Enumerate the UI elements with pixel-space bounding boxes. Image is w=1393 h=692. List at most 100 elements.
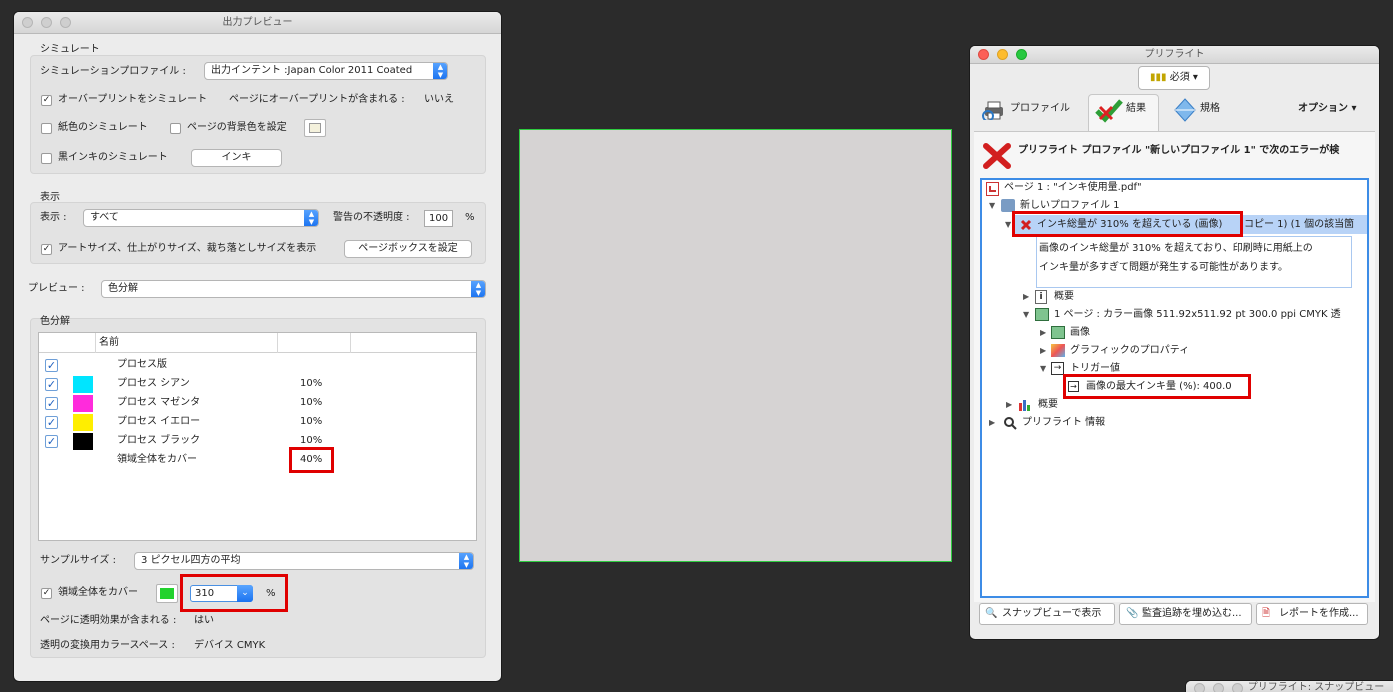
page-overprint-value: いいえ — [424, 94, 454, 105]
coverage-checkbox[interactable]: ✓ — [41, 588, 52, 599]
minimize-icon[interactable] — [41, 17, 52, 28]
tab-results[interactable]: 結果 — [1126, 101, 1146, 117]
separation-percent: 10% — [300, 397, 323, 408]
coverage-value-combo[interactable]: 310 ⌄ — [190, 585, 253, 602]
page-box-button[interactable]: ページボックスを設定 — [344, 240, 472, 258]
disclosure-open-icon[interactable]: ▼ — [989, 198, 995, 214]
simulate-heading: シミュレート — [40, 44, 100, 55]
blend-space-label: 透明の変換用カラースペース : — [40, 640, 175, 651]
separation-percent: 10% — [300, 435, 323, 446]
required-label: 必須 — [1169, 72, 1190, 83]
zoom-icon[interactable] — [1016, 49, 1027, 60]
minimize-icon[interactable] — [1213, 683, 1224, 692]
error-suffix: コピー 1) (1 個の該当箇 — [1244, 219, 1355, 230]
disclosure-closed-icon[interactable]: ▶ — [1023, 289, 1029, 305]
options-label: オプション — [1298, 103, 1348, 114]
report-icon: 🗎 — [1262, 608, 1271, 619]
bar-chart-icon: ▮▮▮ — [1150, 72, 1167, 83]
separation-percent: 10% — [300, 378, 323, 389]
warning-opacity-label: 警告の不透明度 : — [333, 212, 410, 223]
embed-audit-button[interactable]: 📎 監査追跡を埋め込む... — [1119, 603, 1252, 625]
select-arrows-icon: ▲ ▼ — [433, 63, 447, 79]
separation-checkbox[interactable]: ✓ — [45, 416, 58, 429]
separation-checkbox[interactable]: ✓ — [45, 397, 58, 410]
simulation-profile-select[interactable]: 出力インテント :Japan Color 2011 Coated ▲ ▼ — [204, 62, 448, 80]
disclosure-open-icon[interactable]: ▼ — [1040, 361, 1046, 377]
highlight-trigger-value — [1063, 374, 1251, 399]
separation-color-swatch — [73, 433, 93, 450]
preview-label: プレビュー : — [28, 283, 85, 294]
page-bg-checkbox[interactable] — [170, 123, 181, 134]
sample-size-value: 3 ピクセル四方の平均 — [141, 555, 241, 566]
simulation-profile-label: シミュレーションプロファイル : — [40, 66, 186, 77]
black-ink-checkbox[interactable] — [41, 153, 52, 164]
tab-standards[interactable]: 規格 — [1200, 101, 1220, 117]
overprint-label: オーバープリントをシミュレート — [58, 94, 208, 105]
coverage-label: 領域全体をカバー — [58, 587, 138, 598]
preflight-message: プリフライト プロファイル "新しいプロファイル 1" で次のエラーが検 — [1018, 145, 1340, 156]
sample-size-select[interactable]: 3 ピクセル四方の平均 ▲ ▼ — [134, 552, 474, 570]
paper-color-checkbox[interactable] — [41, 123, 52, 134]
page-preview-canvas[interactable] — [519, 129, 952, 562]
chevron-down-icon[interactable]: ⌄ — [237, 585, 253, 602]
separation-color-swatch — [73, 414, 93, 431]
coverage-color-swatch[interactable] — [156, 584, 178, 603]
separation-name: プロセス ブラック — [117, 435, 201, 446]
separation-row: ✓ プロセス マゼンタ 10% — [39, 394, 476, 413]
close-icon[interactable] — [978, 49, 989, 60]
separation-name: プロセス版 — [117, 359, 167, 370]
separation-row: ✓ プロセス イエロー 10% — [39, 413, 476, 432]
zoom-icon[interactable] — [1232, 683, 1243, 692]
disclosure-closed-icon[interactable]: ▶ — [989, 415, 995, 431]
show-boxes-checkbox[interactable]: ✓ — [41, 244, 52, 255]
disclosure-open-icon[interactable]: ▼ — [1005, 217, 1011, 233]
separation-checkbox[interactable]: ✓ — [45, 359, 58, 372]
diamond-icon — [1174, 98, 1196, 122]
tree-graphic-props[interactable]: グラフィックのプロパティ — [1070, 343, 1189, 359]
tree-image[interactable]: 画像 — [1070, 325, 1090, 341]
highlight-total-coverage — [289, 447, 334, 473]
snap-view-label: スナップビューで表示 — [1002, 608, 1102, 619]
tree-page-item[interactable]: ページ 1 : "インキ使用量.pdf" — [1004, 180, 1142, 196]
coverage-swatch-fill — [160, 588, 174, 599]
disclosure-closed-icon[interactable]: ▶ — [1040, 343, 1046, 359]
disclosure-closed-icon[interactable]: ▶ — [1040, 325, 1046, 341]
transparency-value: はい — [194, 615, 214, 626]
snap-view-button[interactable]: 🔍 スナップビューで表示 — [979, 603, 1115, 625]
tab-profile[interactable]: プロファイル — [1010, 101, 1070, 117]
separation-name: プロセス シアン — [117, 378, 190, 389]
tree-overview-2[interactable]: 概要 — [1038, 397, 1058, 413]
options-menu[interactable]: オプション ▾ — [1298, 101, 1357, 117]
create-report-button[interactable]: 🗎 レポートを作成... — [1256, 603, 1368, 625]
coverage-unit: % — [266, 588, 276, 599]
sample-size-label: サンプルサイズ : — [40, 555, 116, 566]
disclosure-open-icon[interactable]: ▼ — [1023, 307, 1029, 323]
ink-button[interactable]: インキ — [191, 149, 282, 167]
close-icon[interactable] — [22, 17, 33, 28]
tree-preflight-info[interactable]: プリフライト 情報 — [1022, 415, 1105, 431]
preview-select[interactable]: 色分解 ▲ ▼ — [101, 280, 486, 298]
transparency-label: ページに透明効果が含まれる : — [40, 615, 177, 626]
tree-overview-1[interactable]: 概要 — [1054, 289, 1074, 305]
window-controls — [1194, 683, 1243, 692]
zoom-icon[interactable] — [60, 17, 71, 28]
swatch-fill — [309, 123, 321, 133]
separation-total-label: 領域全体をカバー — [117, 454, 197, 465]
separation-checkbox[interactable]: ✓ — [45, 435, 58, 448]
page-bg-color-swatch[interactable] — [304, 119, 326, 137]
tree-image-item[interactable]: 1 ページ : カラー画像 511.92x511.92 pt 300.0 ppi… — [1054, 307, 1341, 323]
warning-opacity-input[interactable]: 100 — [424, 210, 453, 227]
magnifier-icon — [1003, 416, 1017, 430]
separation-name: プロセス イエロー — [117, 416, 201, 427]
display-show-select[interactable]: すべて ▲ ▼ — [83, 209, 319, 227]
separation-checkbox[interactable]: ✓ — [45, 378, 58, 391]
required-button[interactable]: ▮▮▮ 必須 ▾ — [1138, 66, 1210, 90]
overprint-checkbox[interactable]: ✓ — [41, 95, 52, 106]
separation-row: ✓ プロセス シアン 10% — [39, 375, 476, 394]
disclosure-closed-icon[interactable]: ▶ — [1006, 397, 1012, 413]
close-icon[interactable] — [1194, 683, 1205, 692]
highlight-error-title — [1012, 211, 1243, 237]
image-icon — [1035, 308, 1049, 321]
minimize-icon[interactable] — [997, 49, 1008, 60]
separations-table-header: 名前 — [39, 333, 476, 353]
